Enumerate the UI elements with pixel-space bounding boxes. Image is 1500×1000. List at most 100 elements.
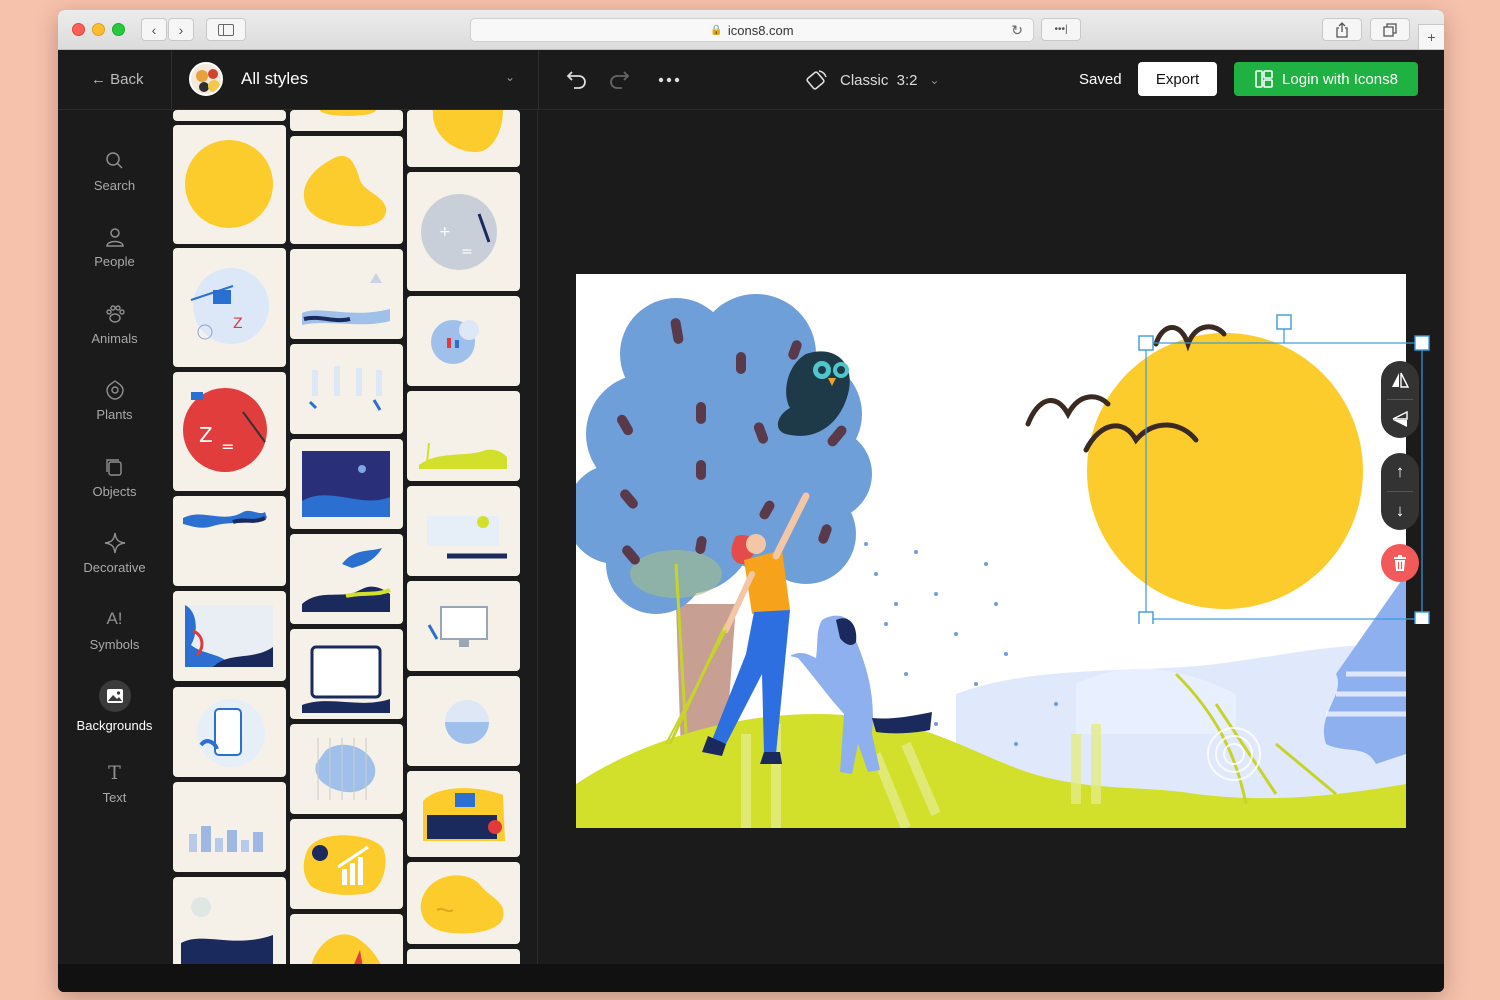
share-icon: [1336, 21, 1348, 38]
background-thumbnail[interactable]: [290, 136, 403, 244]
resize-handle-top-left[interactable]: [1138, 335, 1154, 351]
background-thumbnail[interactable]: [407, 581, 520, 671]
rail-item-label: Backgrounds: [76, 718, 153, 733]
rail-item-animals[interactable]: Animals: [58, 303, 171, 346]
canvas-size-selector[interactable]: Classic 3:2 ⌄: [804, 69, 940, 91]
save-status: Saved: [1079, 71, 1122, 88]
share-button[interactable]: [1322, 18, 1362, 41]
background-thumbnail[interactable]: [290, 629, 403, 719]
address-bar[interactable]: 🔒 icons8.com ↻: [470, 18, 1034, 42]
more-options-icon[interactable]: [658, 77, 680, 83]
extensions-button[interactable]: •••|: [1041, 18, 1081, 41]
background-thumbnail[interactable]: [407, 391, 520, 481]
desk-thumbnail: [427, 516, 507, 559]
background-thumbnail[interactable]: [407, 676, 520, 766]
tabs-overview-button[interactable]: [1370, 18, 1410, 41]
yellow-blob-thumbnail: [432, 110, 503, 153]
screen-thumbnail: [302, 645, 390, 713]
background-thumbnail[interactable]: Z =: [173, 372, 286, 491]
background-thumbnail[interactable]: [290, 439, 403, 529]
back-button[interactable]: ← Back: [91, 71, 144, 88]
app-header: ← Back All styles ⌄ Classic 3:2 ⌄ Saved …: [58, 50, 1444, 110]
browser-back-button[interactable]: ‹: [141, 18, 167, 41]
rail-item-plants[interactable]: Plants: [58, 379, 171, 422]
icons8-logo-icon: [1255, 70, 1273, 88]
new-tab-button[interactable]: +: [1418, 24, 1444, 50]
background-thumbnail[interactable]: [407, 771, 520, 857]
background-thumbnail[interactable]: [290, 819, 403, 909]
flip-horizontal-icon: [1392, 372, 1410, 388]
chevron-down-icon[interactable]: ⌄: [505, 70, 515, 84]
background-thumbnail[interactable]: [290, 724, 403, 814]
rail-item-search[interactable]: Search: [58, 150, 171, 193]
reload-icon[interactable]: ↻: [1011, 22, 1023, 39]
yellow-blob-thumbnail: [303, 155, 387, 227]
background-thumbnail[interactable]: [290, 344, 403, 434]
flip-vertical-button[interactable]: [1381, 400, 1419, 438]
bring-forward-button[interactable]: ↑: [1381, 453, 1419, 491]
background-thumbnail[interactable]: [290, 110, 403, 131]
rail-item-symbols[interactable]: A! Symbols: [58, 609, 171, 652]
flip-horizontal-button[interactable]: [1381, 361, 1419, 399]
background-thumbnail[interactable]: [173, 687, 286, 777]
background-thumbnail[interactable]: [407, 862, 520, 944]
objects-icon: [105, 459, 122, 476]
resize-handle-bottom-left[interactable]: [1138, 611, 1154, 624]
resize-handle-bottom-right[interactable]: [1414, 611, 1430, 624]
rail-item-objects[interactable]: Objects: [58, 456, 171, 499]
style-avatar[interactable]: [189, 62, 223, 96]
sidebar-toggle-button[interactable]: [206, 18, 246, 41]
background-thumbnail[interactable]: [173, 782, 286, 872]
arrow-up-icon: ↑: [1395, 462, 1405, 481]
text-icon: T: [108, 762, 121, 784]
resize-handle-top-right[interactable]: [1414, 335, 1430, 351]
symbols-icon: A!: [106, 609, 123, 628]
background-thumbnail[interactable]: [173, 877, 286, 964]
rail-item-people[interactable]: People: [58, 226, 171, 269]
minimize-window-button[interactable]: [92, 23, 105, 36]
background-thumbnail[interactable]: [407, 110, 520, 167]
tree-canopy: [576, 294, 872, 614]
browser-forward-button[interactable]: ›: [168, 18, 194, 41]
background-thumbnail[interactable]: [173, 110, 286, 121]
zoom-window-button[interactable]: [112, 23, 125, 36]
rail-item-decorative[interactable]: Decorative: [58, 532, 171, 575]
blue-half-thumbnail: [445, 700, 489, 744]
url-text: icons8.com: [727, 22, 794, 38]
login-button[interactable]: Login with Icons8: [1234, 62, 1418, 96]
undo-icon[interactable]: [566, 68, 588, 90]
background-thumbnail[interactable]: [173, 125, 286, 244]
background-thumbnail[interactable]: [290, 534, 403, 624]
yellow-blob-thumbnail: [420, 875, 504, 934]
background-thumbnail[interactable]: [407, 296, 520, 386]
rail-item-backgrounds[interactable]: Backgrounds: [58, 680, 171, 733]
background-thumbnail[interactable]: [290, 914, 403, 964]
background-thumbnail[interactable]: [173, 591, 286, 681]
rotate-handle[interactable]: [1276, 314, 1292, 330]
rail-item-label: Objects: [92, 484, 137, 499]
background-thumbnail[interactable]: [407, 949, 520, 964]
close-window-button[interactable]: [72, 23, 85, 36]
blue-circle-thumbnail: [431, 320, 479, 364]
back-label: Back: [110, 71, 144, 88]
background-thumbnail[interactable]: [173, 496, 286, 586]
backgrounds-panel: Z Z = + =: [171, 110, 538, 964]
growth-thumbnail: [303, 835, 386, 895]
redo-icon[interactable]: [608, 68, 630, 90]
delete-button[interactable]: [1381, 544, 1419, 582]
background-thumbnail[interactable]: + =: [407, 172, 520, 291]
background-thumbnail[interactable]: Z: [173, 248, 286, 367]
export-button[interactable]: Export: [1138, 62, 1217, 96]
background-thumbnail[interactable]: [290, 249, 403, 339]
hills-thumbnail: [302, 548, 391, 612]
style-selector[interactable]: All styles: [241, 69, 308, 89]
yellow-plant-thumbnail: [311, 934, 381, 964]
send-backward-button[interactable]: ↓: [1381, 492, 1419, 530]
chevron-down-icon: ⌄: [929, 73, 940, 87]
abstract-thumbnail: Z: [190, 268, 269, 344]
header-divider: [171, 50, 172, 110]
workspace-thumbnail: [423, 788, 505, 841]
header-divider: [538, 50, 539, 110]
background-thumbnail[interactable]: [407, 486, 520, 576]
rail-item-text[interactable]: T Text: [58, 762, 171, 805]
